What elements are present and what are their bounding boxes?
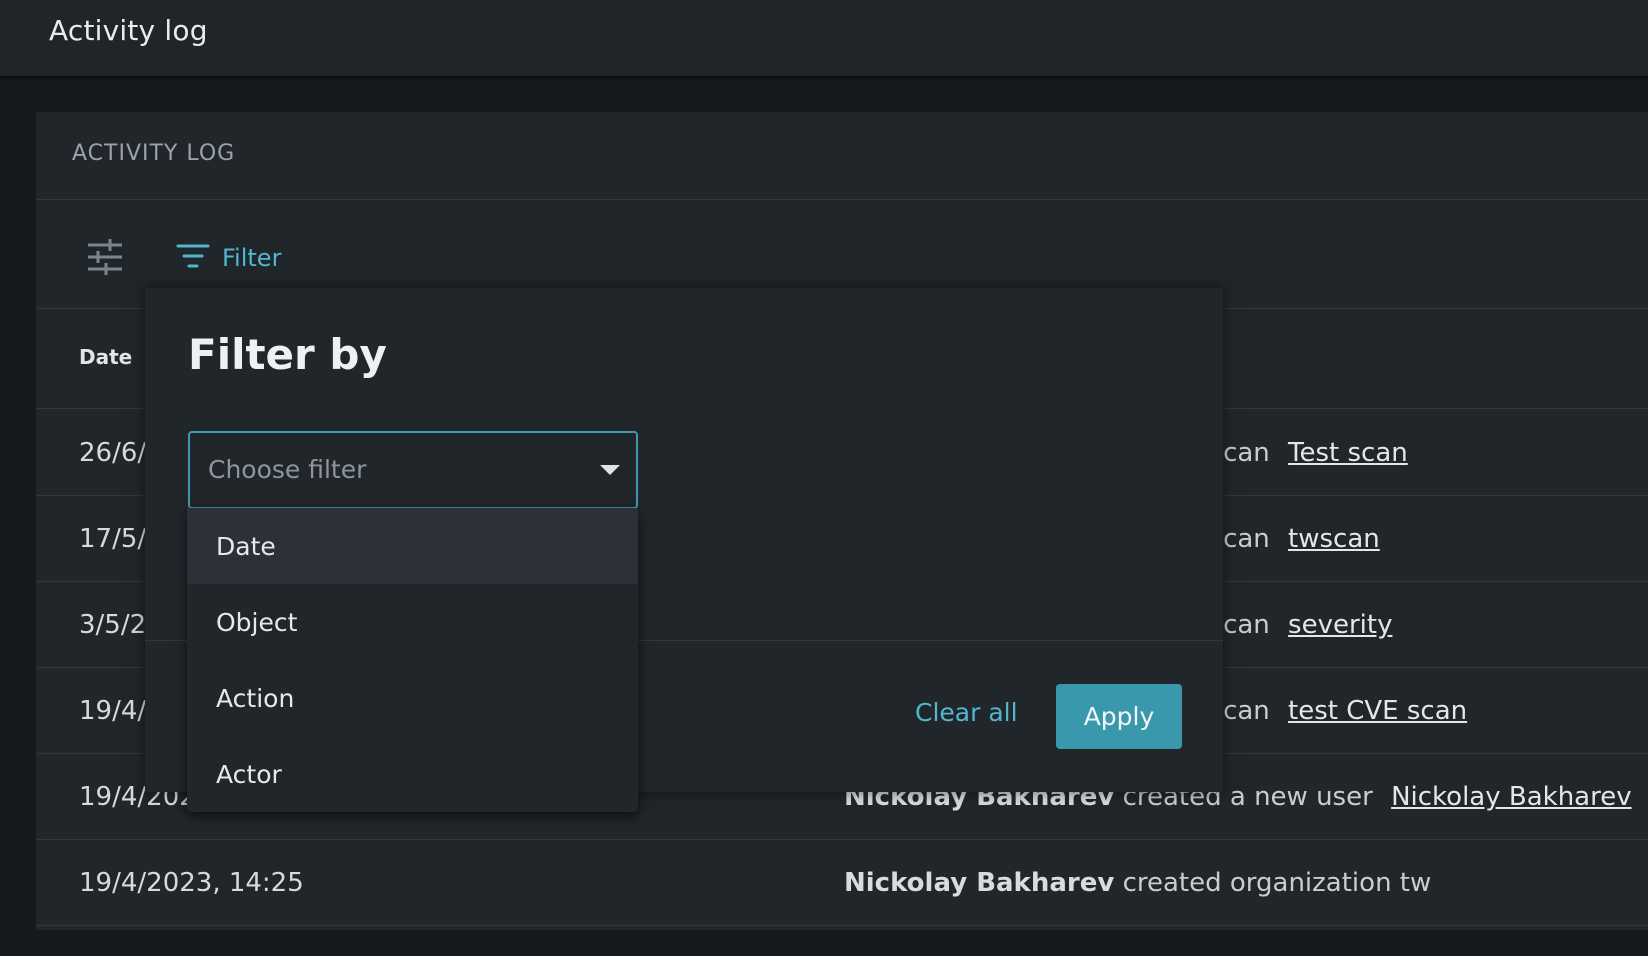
- filter-panel-heading: Filter by: [188, 330, 387, 379]
- filter-option-date[interactable]: Date: [187, 508, 638, 584]
- row-object-link[interactable]: severity: [1288, 610, 1392, 640]
- table-row: 19/4/2023, 14:25 Nickolay Bakharev creat…: [36, 840, 1648, 926]
- row-object-link[interactable]: test CVE scan: [1288, 696, 1467, 726]
- row-date: 19/4/: [79, 696, 147, 726]
- caret-down-icon: [600, 465, 620, 475]
- row-action-text: created organization tw: [1122, 868, 1432, 898]
- row-object-link[interactable]: Nickolay Bakharev: [1391, 782, 1632, 812]
- filter-label: Filter: [222, 244, 282, 272]
- filter-option-action[interactable]: Action: [187, 660, 638, 736]
- sliders-icon[interactable]: [86, 238, 124, 276]
- row-date: 19/4/2023, 14:25: [79, 868, 304, 898]
- filter-options-menu: Date Object Action Actor: [187, 508, 638, 812]
- filter-button[interactable]: Filter: [176, 238, 281, 278]
- card-header: ACTIVITY LOG: [36, 112, 1648, 200]
- clear-all-button[interactable]: Clear all: [915, 698, 1018, 727]
- row-object-link[interactable]: Test scan: [1288, 438, 1408, 468]
- filter-select[interactable]: Choose filter: [188, 431, 638, 509]
- apply-button[interactable]: Apply: [1056, 684, 1182, 749]
- row-date: 3/5/2: [79, 610, 147, 640]
- row-actor: Nickolay Bakharev: [844, 868, 1115, 898]
- page-title: Activity log: [49, 14, 208, 47]
- column-header-date[interactable]: Date: [79, 345, 132, 369]
- filter-option-object[interactable]: Object: [187, 584, 638, 660]
- row-description: Nickolay Bakharev created organization t…: [844, 868, 1431, 898]
- filter-icon: [176, 242, 210, 274]
- card-caption: ACTIVITY LOG: [72, 141, 236, 166]
- filter-option-actor[interactable]: Actor: [187, 736, 638, 812]
- top-bar: Activity log: [0, 0, 1648, 76]
- row-object-link[interactable]: twscan: [1288, 524, 1380, 554]
- row-date: 26/6/: [79, 438, 147, 468]
- filter-select-placeholder: Choose filter: [208, 455, 367, 484]
